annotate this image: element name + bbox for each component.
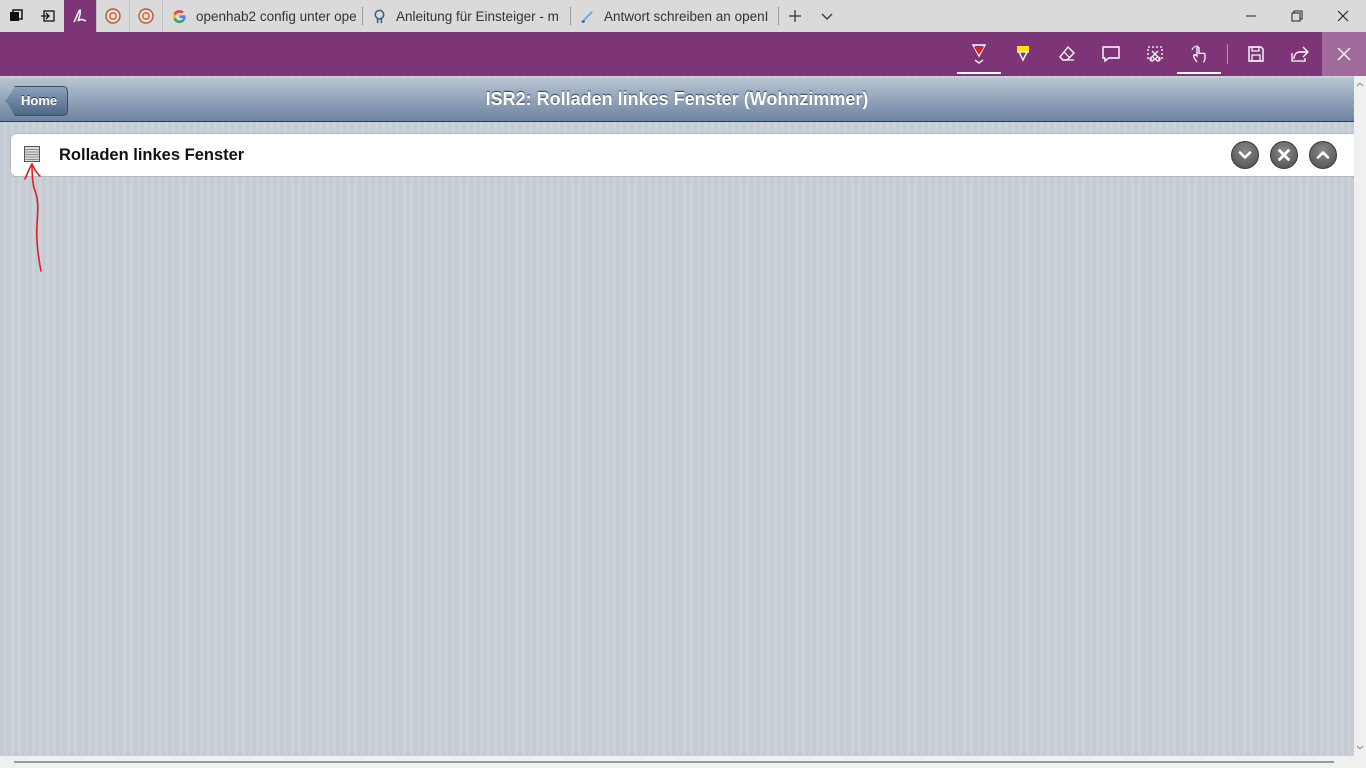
share-icon [1291,46,1309,62]
item-label: Rolladen linkes Fenster [59,146,245,164]
shutter-up-button[interactable] [1309,141,1337,169]
page-title: ISR2: Rolladen linkes Fenster (Wohnzimme… [485,89,869,109]
compose-icon [579,8,595,24]
restore-button[interactable] [1274,0,1320,32]
chevron-down-icon [1238,151,1252,159]
add-note-icon [1102,46,1120,63]
clip-button[interactable] [1133,32,1177,76]
ballpoint-pen-icon [971,44,987,64]
save-button[interactable] [1234,32,1278,76]
task-view-icon[interactable] [0,0,32,32]
close-icon [1337,10,1349,22]
add-note-button[interactable] [1089,32,1133,76]
tab-preview-icon[interactable] [811,0,843,32]
clip-icon [1147,46,1163,62]
tab-title: Anleitung für Einsteiger - m [396,8,559,24]
openhab-icon[interactable] [96,0,129,32]
page-header: ISR2: Rolladen linkes Fenster (Wohnzimme… [0,78,1354,122]
vertical-scrollbar[interactable] [1354,76,1366,768]
minimize-icon [1246,15,1256,17]
eraser-button[interactable] [1045,32,1089,76]
highlighter-icon [1017,46,1029,62]
tab-reply-compose[interactable]: Antwort schreiben an openI [571,0,779,32]
ink-toolbar [0,32,1366,76]
ink-pen-icon[interactable] [64,0,96,32]
touch-writing-icon [1191,45,1206,63]
save-icon [1248,46,1264,62]
set-aside-tabs-icon[interactable] [32,0,64,32]
tab-google-search[interactable]: openhab2 config unter ope [162,0,363,32]
rollershutter-item: Rolladen linkes Fenster [10,133,1354,177]
eraser-icon [1059,45,1075,61]
shutter-down-button[interactable] [1231,141,1259,169]
google-icon [171,8,187,24]
scroll-up-icon [1356,82,1364,87]
rollershutter-icon [24,146,40,162]
ballpoint-pen-button[interactable] [957,32,1001,76]
tab-forum-guide[interactable]: Anleitung für Einsteiger - m [363,0,571,32]
touch-writing-button[interactable] [1177,32,1221,76]
home-button[interactable]: Home [6,86,69,116]
exit-ink-button[interactable] [1322,32,1366,76]
browser-tab-bar: openhab2 config unter ope Anleitung für … [0,0,1366,32]
highlighter-button[interactable] [1001,32,1045,76]
scroll-down-icon [1356,745,1364,750]
tab-title: openhab2 config unter ope [196,8,357,24]
chevron-up-icon [1316,151,1330,159]
openhab-icon[interactable] [129,0,162,32]
share-button[interactable] [1278,32,1322,76]
page-viewport: ISR2: Rolladen linkes Fenster (Wohnzimme… [0,76,1354,756]
exit-icon [1337,47,1351,61]
tab-title: Antwort schreiben an openI [604,8,769,24]
minimize-button[interactable] [1228,0,1274,32]
restore-icon [1291,10,1303,22]
stop-icon [1278,149,1290,161]
shutter-stop-button[interactable] [1270,141,1298,169]
window-close-button[interactable] [1320,0,1366,32]
forum-icon [371,8,387,24]
new-tab-icon[interactable] [779,0,811,32]
scrollbar-thumb[interactable] [14,761,1334,763]
horizontal-scrollbar[interactable] [0,756,1354,768]
